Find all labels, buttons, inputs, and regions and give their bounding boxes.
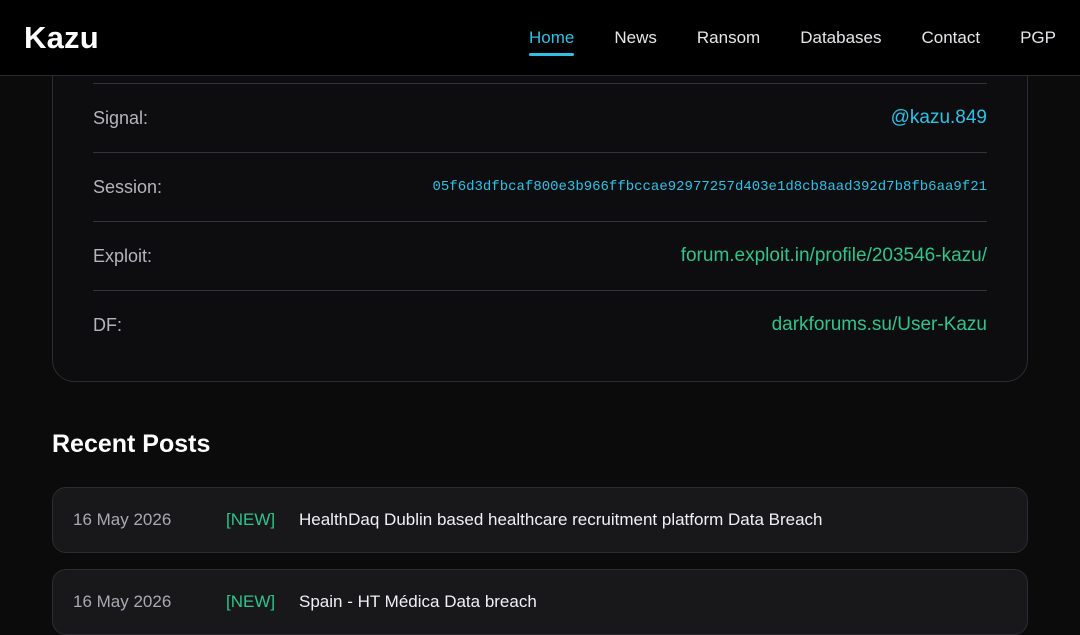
nav-databases[interactable]: Databases (800, 20, 881, 56)
post-title[interactable]: HealthDaq Dublin based healthcare recrui… (299, 510, 823, 530)
post-new-badge: [NEW] (226, 592, 276, 611)
contact-label: Signal: (93, 107, 149, 128)
nav-contact[interactable]: Contact (922, 20, 981, 56)
contact-label: Exploit: (93, 245, 153, 266)
post-new-badge: [NEW] (226, 510, 276, 529)
recent-posts-title: Recent Posts (52, 430, 211, 458)
contact-row-exploit: Exploit: forum.exploit.in/profile/203546… (93, 221, 987, 290)
exploit-link[interactable]: forum.exploit.in/profile/203546-kazu/ (681, 245, 987, 267)
post-date: 16 May 2026 (73, 592, 172, 611)
brand-logo[interactable]: Kazu (24, 20, 99, 56)
contact-row-signal: Signal: @kazu.849 (93, 83, 987, 152)
signal-link[interactable]: @kazu.849 (891, 107, 987, 129)
session-id[interactable]: 05f6d3dfbcaf800e3b966ffbccae92977257d403… (433, 179, 988, 195)
darkforums-link[interactable]: darkforums.su/User-Kazu (772, 314, 987, 336)
nav-ransom[interactable]: Ransom (697, 20, 760, 56)
nav-news[interactable]: News (614, 20, 657, 56)
nav-pgp[interactable]: PGP (1020, 20, 1056, 56)
post-title[interactable]: Spain - HT Médica Data breach (299, 592, 537, 612)
contact-card: Signal: @kazu.849 Session: 05f6d3dfbcaf8… (52, 36, 1028, 382)
post-date: 16 May 2026 (73, 510, 172, 529)
nav-links: Home News Ransom Databases Contact PGP (529, 20, 1056, 56)
contact-row-session: Session: 05f6d3dfbcaf800e3b966ffbccae929… (93, 152, 987, 221)
contact-row-df: DF: darkforums.su/User-Kazu (93, 290, 987, 359)
contact-label: DF: (93, 314, 122, 335)
top-navbar: Kazu Home News Ransom Databases Contact … (0, 0, 1080, 76)
nav-home[interactable]: Home (529, 20, 575, 56)
post-item[interactable]: 16 May 2026 [NEW] HealthDaq Dublin based… (52, 487, 1028, 553)
contact-label: Session: (93, 176, 163, 197)
post-item[interactable]: 16 May 2026 [NEW] Spain - HT Médica Data… (52, 569, 1028, 635)
